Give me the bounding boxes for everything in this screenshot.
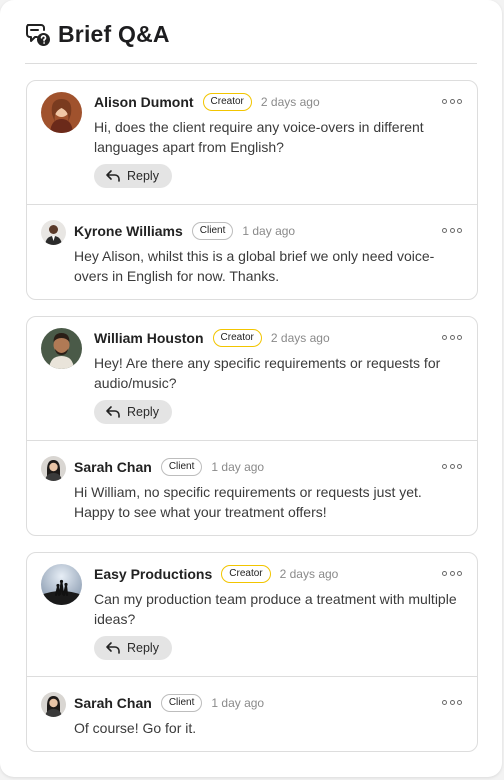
comment-text: Can my production team produce a treatme… bbox=[94, 591, 457, 627]
comment-item: William Houston Creator 2 days ago Hey! … bbox=[27, 317, 477, 440]
more-options-icon[interactable] bbox=[442, 332, 462, 342]
comment-text: Hi William, no specific requirements or … bbox=[74, 484, 422, 520]
comment-meta: Easy Productions Creator 2 days ago bbox=[94, 564, 338, 584]
author-name[interactable]: William Houston bbox=[94, 330, 204, 346]
reply-label: Reply bbox=[127, 405, 159, 419]
role-badge: Creator bbox=[202, 93, 252, 111]
role-badge: Creator bbox=[212, 329, 262, 347]
timestamp: 1 day ago bbox=[211, 460, 265, 474]
avatar[interactable] bbox=[41, 92, 82, 133]
chat-question-icon bbox=[25, 21, 51, 47]
comment-item: Kyrone Williams Client 1 day ago Hey Ali… bbox=[27, 204, 477, 299]
reply-button[interactable]: Reply bbox=[94, 636, 172, 660]
avatar[interactable] bbox=[41, 220, 66, 245]
author-name[interactable]: Sarah Chan bbox=[74, 459, 152, 475]
avatar[interactable] bbox=[41, 564, 82, 605]
comment-text: Of course! Go for it. bbox=[74, 720, 197, 736]
comment-item: Alison Dumont Creator 2 days ago Hi, doe… bbox=[27, 81, 477, 204]
timestamp: 1 day ago bbox=[242, 224, 296, 238]
reply-label: Reply bbox=[127, 169, 159, 183]
more-options-icon[interactable] bbox=[442, 461, 462, 471]
reply-arrow-icon bbox=[105, 641, 121, 655]
comment-thread: Alison Dumont Creator 2 days ago Hi, doe… bbox=[26, 80, 478, 300]
role-badge: Client bbox=[160, 458, 203, 476]
comment-text: Hi, does the client require any voice-ov… bbox=[94, 119, 424, 155]
comment-meta: William Houston Creator 2 days ago bbox=[94, 328, 330, 348]
more-options-icon[interactable] bbox=[442, 96, 462, 106]
page-title: Brief Q&A bbox=[58, 20, 170, 47]
avatar[interactable] bbox=[41, 692, 66, 717]
more-options-icon[interactable] bbox=[442, 568, 462, 578]
author-name[interactable]: Alison Dumont bbox=[94, 94, 194, 110]
reply-button[interactable]: Reply bbox=[94, 164, 172, 188]
avatar[interactable] bbox=[41, 328, 82, 369]
author-name[interactable]: Easy Productions bbox=[94, 566, 212, 582]
avatar[interactable] bbox=[41, 456, 66, 481]
reply-label: Reply bbox=[127, 641, 159, 655]
role-badge: Client bbox=[160, 694, 203, 712]
author-name[interactable]: Sarah Chan bbox=[74, 695, 152, 711]
comment-item: Sarah Chan Client 1 day ago Of course! G… bbox=[27, 676, 477, 751]
reply-arrow-icon bbox=[105, 169, 121, 183]
brief-qa-panel: Brief Q&A Alison Dumont Creator 2 days a… bbox=[0, 0, 502, 777]
comment-thread: William Houston Creator 2 days ago Hey! … bbox=[26, 316, 478, 536]
timestamp: 1 day ago bbox=[211, 696, 265, 710]
comment-text: Hey! Are there any specific requirements… bbox=[94, 355, 441, 391]
timestamp: 2 days ago bbox=[260, 95, 320, 109]
more-options-icon[interactable] bbox=[442, 697, 462, 707]
comment-meta: Sarah Chan Client 1 day ago bbox=[74, 693, 264, 713]
reply-button[interactable]: Reply bbox=[94, 400, 172, 424]
panel-header: Brief Q&A bbox=[25, 18, 170, 50]
timestamp: 2 days ago bbox=[270, 331, 330, 345]
role-badge: Creator bbox=[221, 565, 271, 583]
comment-meta: Sarah Chan Client 1 day ago bbox=[74, 457, 264, 477]
author-name[interactable]: Kyrone Williams bbox=[74, 223, 183, 239]
comment-meta: Kyrone Williams Client 1 day ago bbox=[74, 221, 295, 241]
comment-item: Sarah Chan Client 1 day ago Hi William, … bbox=[27, 440, 477, 535]
comment-text: Hey Alison, whilst this is a global brie… bbox=[74, 248, 435, 284]
role-badge: Client bbox=[191, 222, 234, 240]
comment-meta: Alison Dumont Creator 2 days ago bbox=[94, 92, 320, 112]
reply-arrow-icon bbox=[105, 405, 121, 419]
comment-thread: Easy Productions Creator 2 days ago Can … bbox=[26, 552, 478, 752]
header-divider bbox=[25, 63, 477, 64]
comment-item: Easy Productions Creator 2 days ago Can … bbox=[27, 553, 477, 676]
timestamp: 2 days ago bbox=[279, 567, 339, 581]
more-options-icon[interactable] bbox=[442, 225, 462, 235]
